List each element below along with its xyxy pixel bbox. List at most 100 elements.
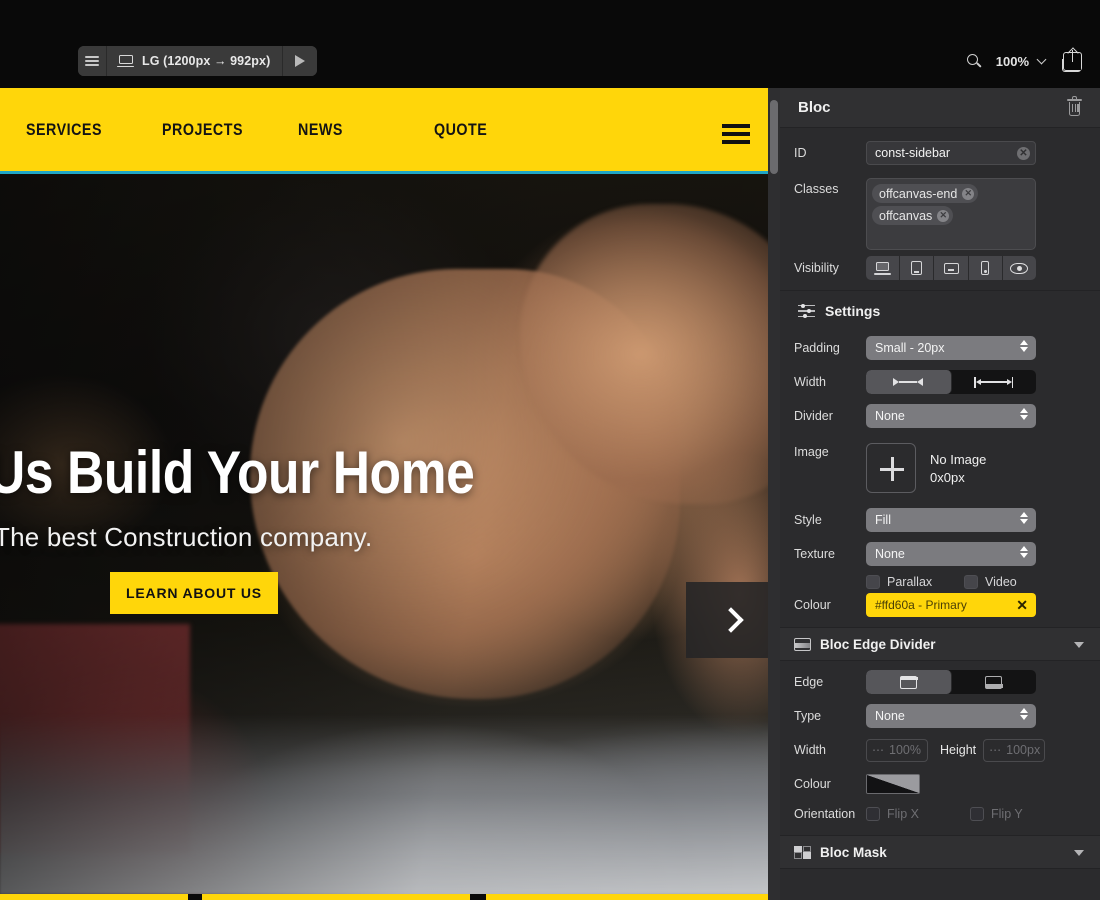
remove-class-icon[interactable]: ✕ bbox=[962, 187, 975, 200]
id-value: const-sidebar bbox=[875, 146, 951, 160]
width-label: Width bbox=[794, 375, 826, 389]
video-checkbox[interactable]: Video bbox=[964, 575, 1062, 589]
nav-item-quote[interactable]: QUOTE bbox=[434, 120, 570, 140]
carousel-next-button[interactable] bbox=[686, 582, 780, 658]
preview-button[interactable] bbox=[283, 46, 318, 76]
close-icon[interactable]: ✕ bbox=[1016, 596, 1028, 614]
trash-icon[interactable] bbox=[1067, 96, 1082, 117]
feature-card[interactable] bbox=[202, 894, 470, 900]
texture-row: Texture None bbox=[780, 537, 1100, 571]
edge-label: Edge bbox=[794, 675, 824, 689]
caret-down-icon[interactable] bbox=[1074, 850, 1084, 856]
orientation-row: Orientation Flip X Flip Y bbox=[780, 801, 1100, 835]
divider-select[interactable]: None bbox=[866, 404, 1036, 428]
class-chip-label: offcanvas bbox=[879, 208, 933, 223]
classes-row: Classes offcanvas-end ✕ offcanvas ✕ bbox=[780, 170, 1100, 256]
visibility-tablet-portrait-button[interactable] bbox=[900, 256, 935, 280]
colour-swatch-field[interactable]: #ffd60a - Primary ✕ bbox=[866, 593, 1036, 617]
nav-item-services[interactable]: SERVICES bbox=[26, 120, 162, 140]
flip-y-checkbox[interactable]: Flip Y bbox=[970, 807, 1068, 821]
checkbox[interactable] bbox=[970, 807, 984, 821]
id-row: ID const-sidebar ✕ bbox=[780, 136, 1100, 170]
clear-icon[interactable]: ✕ bbox=[1017, 147, 1030, 160]
class-chip-label: offcanvas-end bbox=[879, 186, 958, 201]
mask-group-header[interactable]: Bloc Mask bbox=[780, 835, 1100, 869]
checkbox[interactable] bbox=[866, 575, 880, 589]
flip-y-label: Flip Y bbox=[991, 807, 1023, 821]
feature-card[interactable] bbox=[486, 894, 780, 900]
checkbox[interactable] bbox=[866, 807, 880, 821]
edge-toggle-group bbox=[866, 670, 1036, 694]
image-dimensions: 0x0px bbox=[930, 469, 965, 485]
class-chip[interactable]: offcanvas-end ✕ bbox=[872, 184, 979, 203]
edge-divider-group-header[interactable]: Bloc Edge Divider bbox=[780, 627, 1100, 661]
hero-heading: Us Build Your Home bbox=[0, 439, 475, 506]
add-image-button[interactable] bbox=[866, 443, 916, 493]
edge-bottom-icon bbox=[985, 675, 1004, 689]
class-chip[interactable]: offcanvas ✕ bbox=[872, 206, 954, 225]
checkbox[interactable] bbox=[964, 575, 978, 589]
search-icon[interactable] bbox=[966, 53, 982, 69]
visibility-tablet-landscape-button[interactable] bbox=[934, 256, 969, 280]
canvas-scrollbar[interactable] bbox=[768, 88, 780, 900]
edge-type-label: Type bbox=[794, 709, 822, 723]
stepper-icon bbox=[1020, 408, 1028, 420]
zoom-level-label[interactable]: 100% bbox=[996, 54, 1029, 69]
caret-down-icon[interactable] bbox=[1074, 642, 1084, 648]
edge-type-value: None bbox=[875, 709, 905, 723]
padding-select[interactable]: Small - 20px bbox=[866, 336, 1036, 360]
width-inset-button[interactable] bbox=[866, 370, 952, 394]
feature-card[interactable] bbox=[0, 894, 188, 900]
nav-item-label: SERVICES bbox=[26, 119, 102, 139]
padding-value: Small - 20px bbox=[875, 341, 945, 355]
hero-section[interactable]: Us Build Your Home The best Construction… bbox=[0, 174, 780, 894]
id-label: ID bbox=[794, 146, 807, 160]
hero-cta-button[interactable]: LEARN ABOUT US bbox=[110, 572, 278, 614]
settings-group-title: Settings bbox=[825, 303, 881, 319]
chevron-down-icon[interactable] bbox=[1036, 54, 1047, 65]
inspector-panel: Bloc ID const-sidebar ✕ Classes offcanva… bbox=[780, 88, 1100, 900]
gradient-swatch[interactable] bbox=[866, 774, 920, 794]
inset-width-icon bbox=[893, 378, 924, 386]
nav-item-label: NEWS bbox=[298, 119, 343, 139]
style-select[interactable]: Fill bbox=[866, 508, 1036, 532]
website-canvas[interactable]: SERVICES PROJECTS NEWS QUOTE Us Build Yo… bbox=[0, 88, 780, 900]
flip-x-checkbox[interactable]: Flip X bbox=[866, 807, 970, 821]
visibility-preview-button[interactable] bbox=[1002, 256, 1036, 280]
texture-select[interactable]: None bbox=[866, 542, 1036, 566]
mask-group-title: Bloc Mask bbox=[820, 844, 887, 860]
edge-width-input[interactable]: ⋯ 100% bbox=[866, 738, 928, 762]
visibility-laptop-button[interactable] bbox=[866, 256, 901, 280]
style-label: Style bbox=[794, 513, 822, 527]
settings-group-header[interactable]: Settings bbox=[780, 291, 1100, 331]
toolbar-menu-button[interactable] bbox=[78, 46, 107, 76]
edge-top-button[interactable] bbox=[866, 670, 952, 694]
orientation-label: Orientation bbox=[794, 807, 856, 821]
full-width-icon bbox=[974, 376, 1014, 388]
site-navbar[interactable]: SERVICES PROJECTS NEWS QUOTE bbox=[0, 88, 780, 174]
edge-width-value: 100% bbox=[889, 743, 921, 757]
id-input[interactable]: const-sidebar ✕ bbox=[866, 141, 1036, 165]
upload-icon[interactable] bbox=[1062, 47, 1082, 72]
edge-bottom-button[interactable] bbox=[952, 670, 1037, 694]
classes-label: Classes bbox=[794, 182, 839, 196]
device-size-selector[interactable]: LG (1200px → 992px) bbox=[107, 46, 284, 76]
width-full-button[interactable] bbox=[952, 370, 1037, 394]
edge-colour-label: Colour bbox=[794, 777, 831, 791]
width-row: Width bbox=[780, 365, 1100, 399]
edge-height-input[interactable]: ⋯ 100px bbox=[983, 738, 1046, 762]
image-name: No Image bbox=[930, 451, 987, 467]
nav-item-projects[interactable]: PROJECTS bbox=[162, 120, 298, 140]
nav-item-news[interactable]: NEWS bbox=[298, 120, 434, 140]
canvas-scrollbar-thumb[interactable] bbox=[770, 100, 778, 174]
feature-cards bbox=[0, 894, 780, 900]
edge-type-select[interactable]: None bbox=[866, 704, 1036, 728]
edge-colour-row: Colour bbox=[780, 767, 1100, 801]
remove-class-icon[interactable]: ✕ bbox=[937, 209, 950, 222]
toolbar-right-group: 100% bbox=[966, 46, 1082, 76]
visibility-phone-button[interactable] bbox=[968, 256, 1003, 280]
classes-input[interactable]: offcanvas-end ✕ offcanvas ✕ bbox=[866, 178, 1036, 250]
parallax-checkbox[interactable]: Parallax bbox=[866, 575, 964, 589]
colour-value: #ffd60a - Primary bbox=[875, 598, 967, 612]
site-nav-hamburger-icon[interactable] bbox=[722, 120, 750, 148]
